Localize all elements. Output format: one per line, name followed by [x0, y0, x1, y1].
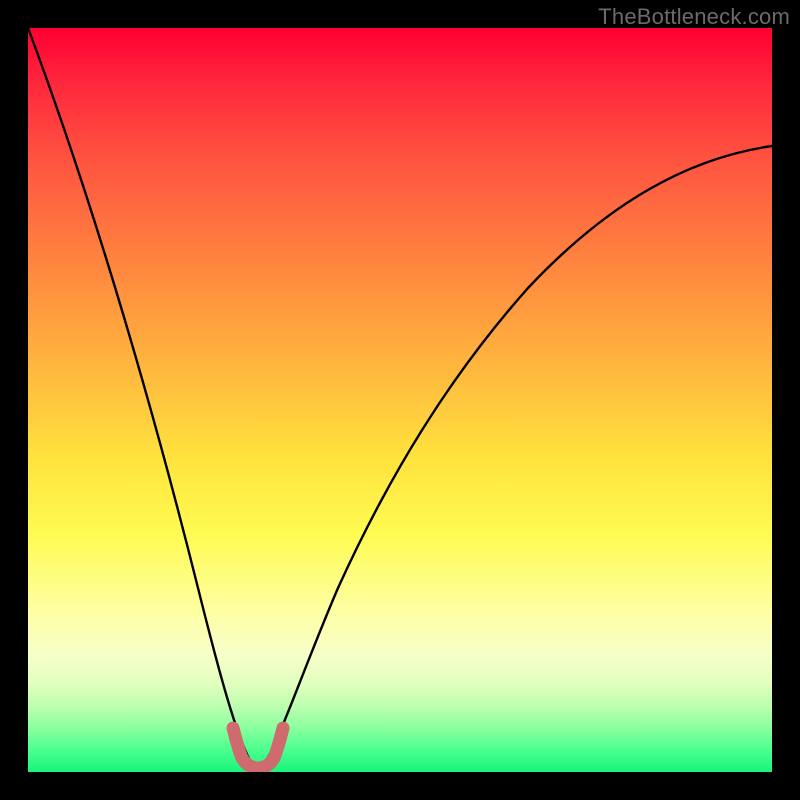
minimum-marker — [233, 728, 283, 768]
bottleneck-curve — [28, 28, 772, 772]
plot-area — [28, 28, 772, 772]
watermark-text: TheBottleneck.com — [598, 4, 790, 30]
chart-frame: TheBottleneck.com — [0, 0, 800, 800]
curve-path — [28, 28, 772, 766]
